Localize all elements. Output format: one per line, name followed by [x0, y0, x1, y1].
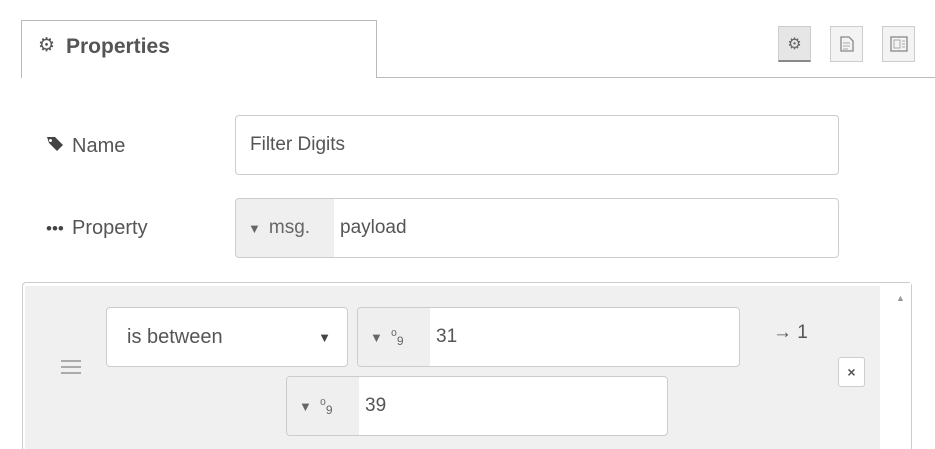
caret-down-icon: ▼: [318, 330, 331, 345]
node-appearance-button[interactable]: [882, 26, 915, 62]
delete-rule-button[interactable]: ×: [838, 357, 865, 387]
rule-from-value[interactable]: 31: [436, 308, 457, 366]
number-icon: ⁰9: [319, 396, 333, 417]
gear-icon: ⚙: [38, 35, 56, 56]
tab-strip: ⚙ Properties ⚙: [0, 0, 935, 78]
property-label: ••• Property: [46, 216, 148, 241]
property-typed-input[interactable]: ▼ msg. payload: [235, 198, 839, 258]
drag-handle-icon[interactable]: [61, 360, 81, 378]
rule-to-input[interactable]: ▼ ⁰9 39: [286, 376, 668, 436]
ellipsis-icon: •••: [46, 219, 64, 238]
rule-output-label: → 1: [773, 322, 808, 343]
caret-down-icon: ▼: [299, 398, 312, 414]
name-label: Name: [46, 134, 125, 159]
property-label-text: Property: [72, 217, 148, 239]
tab-divider: [376, 77, 935, 78]
operator-select[interactable]: is between ▼: [106, 307, 348, 367]
close-icon: ×: [847, 364, 856, 380]
scroll-up-icon[interactable]: ▲: [896, 293, 905, 303]
rule-to-value[interactable]: 39: [365, 377, 386, 435]
document-icon: [839, 36, 854, 52]
operator-select-value: is between: [127, 326, 223, 348]
node-description-button[interactable]: [830, 26, 863, 62]
caret-down-icon: ▼: [370, 329, 383, 345]
rule-to-type-selector[interactable]: ▼ ⁰9: [287, 377, 359, 435]
property-type-label: msg.: [268, 217, 311, 238]
rules-scrollbar[interactable]: [881, 283, 911, 449]
gear-icon: ⚙: [787, 35, 802, 53]
property-type-selector[interactable]: ▼ msg.: [236, 199, 334, 257]
name-input[interactable]: Filter Digits: [235, 115, 839, 175]
appearance-icon: [889, 36, 908, 52]
property-value[interactable]: payload: [340, 199, 407, 257]
name-label-text: Name: [72, 135, 126, 157]
tag-icon: [46, 135, 72, 159]
node-properties-button[interactable]: ⚙: [778, 26, 811, 62]
tab-properties[interactable]: ⚙ Properties: [21, 20, 377, 78]
number-icon: ⁰9: [390, 327, 404, 348]
rule-from-input[interactable]: ▼ ⁰9 31: [357, 307, 740, 367]
rule-from-type-selector[interactable]: ▼ ⁰9: [358, 308, 430, 366]
caret-down-icon: ▼: [248, 220, 261, 236]
tab-label: Properties: [66, 35, 170, 58]
